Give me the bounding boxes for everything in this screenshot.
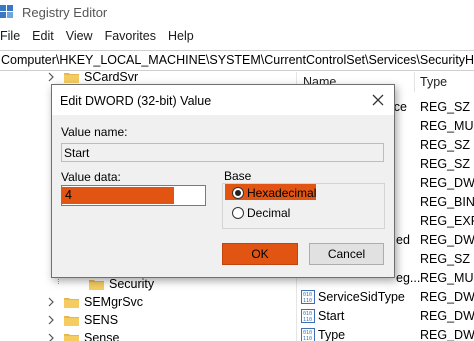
tree-item-label: Security (109, 277, 155, 291)
highlight-box (62, 187, 174, 204)
list-row[interactable]: 010110 Start REG_DWO (297, 307, 474, 326)
value-name-text: Start (318, 309, 345, 323)
tree-item-label: SENS (84, 313, 119, 327)
svg-text:110: 110 (303, 317, 312, 323)
address-path[interactable]: Computer\HKEY_LOCAL_MACHINE\SYSTEM\Curre… (1, 53, 474, 67)
value-type: REG_SZ (420, 138, 471, 152)
ok-button[interactable]: OK (222, 243, 298, 265)
tree-item-sense[interactable]: Sense (46, 329, 119, 341)
dialog-title-bar[interactable]: Edit DWORD (32-bit) Value (52, 85, 394, 115)
tree-item-label: SEMgrSvc (84, 295, 144, 309)
menu-view[interactable]: View (60, 27, 99, 47)
value-data-text: 4 (65, 188, 72, 202)
menu-file[interactable]: File (0, 27, 26, 47)
close-icon[interactable] (368, 90, 388, 110)
edit-dword-dialog: Edit DWORD (32-bit) Value Value name: St… (51, 84, 395, 278)
radio-selected-icon[interactable] (232, 187, 244, 199)
radio-label: Hexadecimal (247, 186, 317, 200)
chevron-right-icon[interactable] (46, 72, 56, 82)
address-bar[interactable]: Computer\HKEY_LOCAL_MACHINE\SYSTEM\Curre… (0, 50, 474, 71)
menu-edit[interactable]: Edit (26, 27, 60, 47)
value-type: REG_SZ (420, 252, 471, 266)
value-type: REG_SZ (420, 157, 471, 171)
title-bar: Registry Editor (0, 0, 474, 26)
value-name: ed (396, 233, 410, 247)
list-row[interactable]: 010110 Type REG_DWO (297, 326, 474, 341)
menu-bar: File Edit View Favorites Help (0, 27, 474, 47)
base-label: Base (222, 169, 254, 183)
menu-favorites[interactable]: Favorites (99, 27, 162, 47)
chevron-right-icon[interactable] (46, 297, 56, 307)
radio-unselected-icon[interactable] (232, 207, 244, 219)
value-type: REG_SZ (420, 100, 471, 114)
svg-text:110: 110 (303, 298, 312, 304)
value-data-input[interactable]: 4 (61, 185, 206, 206)
value-type: REG_BINA (420, 195, 474, 209)
folder-icon (64, 333, 79, 341)
value-type: REG_DWO (420, 328, 474, 341)
list-row[interactable]: 010110 ServiceSidType REG_DWO (297, 288, 474, 307)
dialog-title: Edit DWORD (32-bit) Value (60, 94, 212, 108)
value-name-text: Type (318, 328, 346, 341)
value-data-label: Value data: (61, 170, 121, 184)
value-type: REG_MULT (420, 119, 474, 133)
radio-label: Decimal (247, 206, 291, 220)
value-name: 010 110 Start (301, 309, 344, 323)
column-header-type[interactable]: Type (414, 72, 474, 92)
value-type: REG_MULT (420, 271, 474, 285)
value-name: eg... (396, 271, 421, 285)
value-name-label: Value name: (61, 125, 128, 139)
binary-value-icon: 010110 (301, 290, 315, 304)
value-name: 010 110 Type (301, 328, 345, 341)
chevron-right-icon[interactable] (46, 333, 56, 341)
value-type: REG_DWO (420, 309, 474, 323)
svg-text:110: 110 (303, 336, 312, 341)
tree-item-sens[interactable]: SENS (46, 311, 118, 329)
value-type: REG_EXPA (420, 214, 474, 228)
binary-value-icon: 010110 (301, 328, 315, 341)
radio-decimal[interactable]: Decimal (232, 206, 290, 220)
value-type: REG_DWO (420, 290, 474, 304)
registry-icon (0, 5, 13, 18)
folder-icon (64, 72, 79, 83)
folder-icon (64, 315, 79, 326)
binary-value-icon: 010110 (301, 309, 315, 323)
tree-item-semgrsvc[interactable]: SEMgrSvc (46, 293, 143, 311)
cancel-button[interactable]: Cancel (309, 243, 384, 265)
value-type: REG_DWO (420, 233, 474, 247)
menu-help[interactable]: Help (162, 27, 200, 47)
folder-icon (89, 279, 104, 290)
tree-item-label: SCardSvr (84, 72, 139, 84)
folder-icon (64, 297, 79, 308)
window-title: Registry Editor (22, 5, 108, 20)
value-name-field: Start (61, 143, 384, 162)
value-type: REG_DWO (420, 176, 474, 190)
chevron-right-icon[interactable] (46, 315, 56, 325)
tree-item-label: Sense (84, 331, 120, 341)
radio-hexadecimal[interactable]: Hexadecimal (232, 186, 316, 200)
value-name: 010 110 ServiceSidType (301, 290, 405, 304)
value-name-text: ServiceSidType (318, 290, 405, 304)
